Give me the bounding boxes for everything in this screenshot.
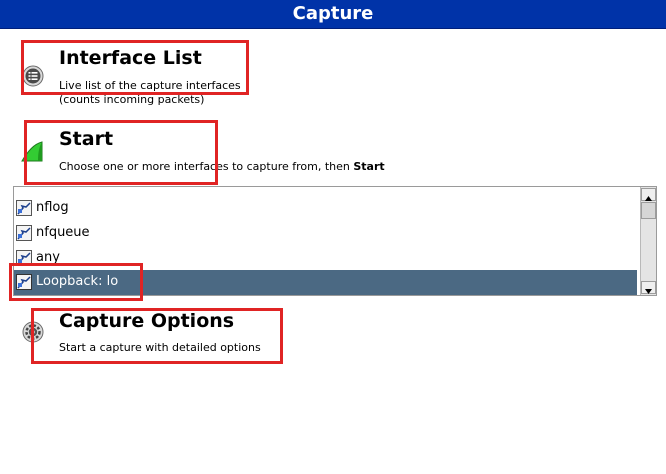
network-interface-icon — [16, 250, 32, 266]
list-item-label: nflog — [36, 200, 69, 215]
shark-fin-icon[interactable] — [20, 139, 44, 163]
interface-list-description-line1: Live list of the capture interfaces — [59, 79, 241, 92]
gear-icon[interactable] — [22, 321, 44, 343]
list-item-nfqueue[interactable]: nfqueue — [14, 221, 637, 246]
list-item-label: nfqueue — [36, 225, 90, 240]
list-item-nflog[interactable]: nflog — [14, 196, 637, 221]
capture-options-description: Start a capture with detailed options — [59, 341, 261, 354]
scroll-down-button[interactable] — [641, 281, 656, 294]
start-description-text: Choose one or more interfaces to capture… — [59, 160, 354, 173]
list-item-label: any — [36, 250, 60, 265]
capture-options-link[interactable]: Capture Options — [59, 310, 234, 332]
window-title: Capture — [292, 3, 374, 24]
network-interface-icon — [16, 200, 32, 216]
vertical-scrollbar[interactable] — [640, 187, 656, 295]
list-icon[interactable] — [22, 65, 44, 87]
start-highlight — [24, 120, 218, 185]
interface-list-description-line2: (counts incoming packets) — [59, 93, 205, 106]
interface-listbox[interactable]: nflog nfqueue any Loopback: lo — [13, 186, 657, 296]
scroll-up-button[interactable] — [641, 188, 656, 201]
start-description: Choose one or more interfaces to capture… — [59, 160, 385, 174]
list-item-label: Loopback: lo — [36, 274, 119, 289]
start-description-bold: Start — [353, 160, 385, 173]
network-interface-icon — [16, 225, 32, 241]
start-link[interactable]: Start — [59, 128, 113, 150]
network-interface-icon — [16, 274, 32, 290]
interface-list-link[interactable]: Interface List — [59, 47, 202, 69]
list-item-loopback[interactable]: Loopback: lo — [14, 270, 637, 295]
scroll-thumb[interactable] — [641, 202, 656, 219]
title-bar: Capture — [0, 0, 666, 29]
scroll-down-arrow-icon — [645, 289, 652, 294]
list-item-any[interactable]: any — [14, 246, 637, 271]
